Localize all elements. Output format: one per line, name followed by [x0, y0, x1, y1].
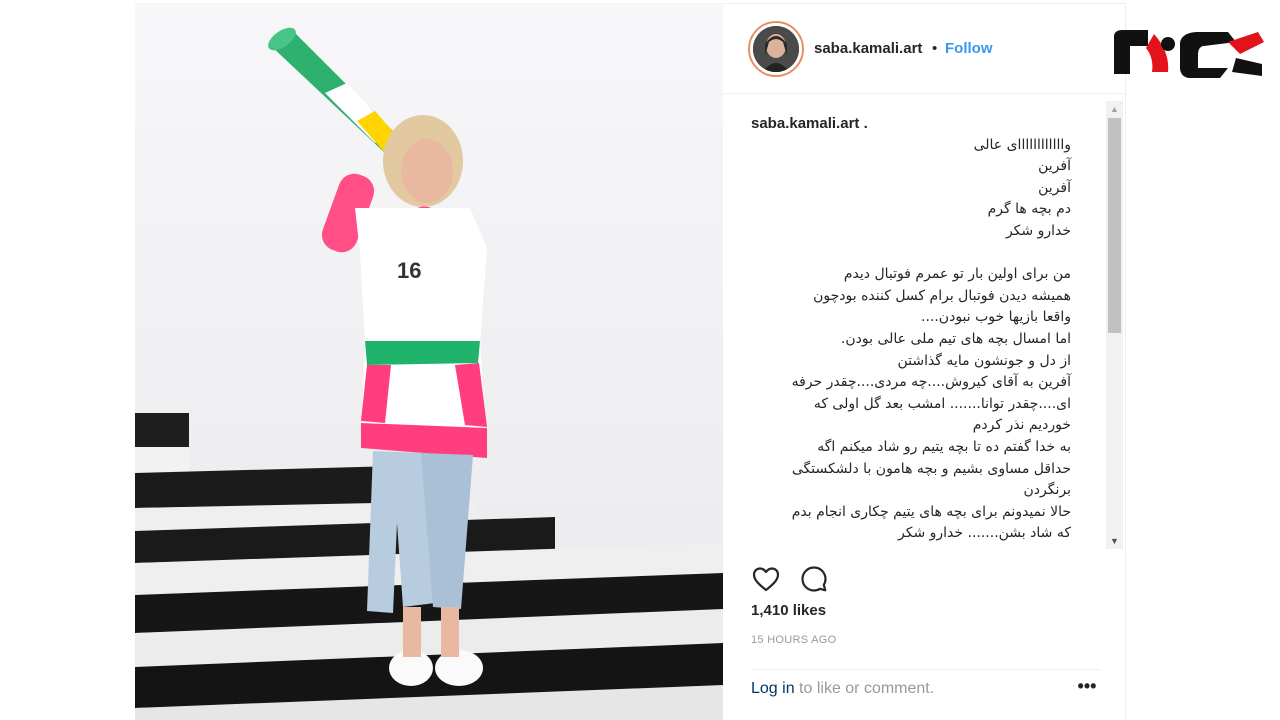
post-username[interactable]: saba.kamali.art: [814, 40, 922, 57]
photo-illustration: 16: [135, 3, 723, 720]
caption-line: آفرین به آقای کیروش....چه مردی....چقدر ح…: [791, 374, 1071, 391]
login-link[interactable]: Log in: [751, 680, 795, 697]
likes-count[interactable]: 1,410 likes: [751, 602, 826, 619]
caption-line: همیشه دیدن فوتبال برام کسل کننده بودچون: [813, 287, 1071, 304]
caption-scroll-area[interactable]: saba.kamali.art . واااااااااااای عالی آف…: [723, 101, 1126, 549]
caption-line: برنگردن: [1023, 482, 1072, 499]
more-options-icon[interactable]: •••: [1075, 676, 1099, 700]
avatar[interactable]: [748, 21, 804, 77]
avatar-image: [753, 26, 799, 72]
caption-line: حالا نمیدونم برای بچه های یتیم چکاری انج…: [791, 503, 1071, 520]
caption-line: که شاد بشن....... خدارو شکر: [898, 525, 1071, 542]
scrollbar-thumb[interactable]: [1108, 118, 1121, 333]
instagram-embed: 16 saba.kamali.art • Follow saba.kamali.…: [0, 0, 1280, 720]
post-timestamp[interactable]: 15 HOURS AGO: [751, 634, 837, 646]
login-prompt-text: to like or comment.: [794, 680, 935, 697]
login-prompt: Log in to like or comment.: [751, 680, 934, 698]
caption-line: ای....چقدر توانا....... امشب بعد گل اولی…: [813, 395, 1071, 412]
post-header: saba.kamali.art • Follow: [723, 4, 1126, 94]
caption-line: اما امسال بچه های تیم ملی عالی بودن.: [840, 330, 1071, 347]
site-logo: [1108, 24, 1268, 86]
caption-line: خدارو شکر: [1005, 222, 1071, 239]
footer-divider: [751, 669, 1101, 670]
separator-dot: •: [932, 40, 938, 57]
post-actions: [751, 564, 1101, 594]
caption-line: از دل و جونشون مایه گذاشتن: [897, 352, 1071, 369]
logo-graphic: [1114, 30, 1264, 78]
svg-text:16: 16: [397, 258, 421, 283]
heart-icon[interactable]: [751, 564, 781, 594]
comment-icon[interactable]: [799, 564, 829, 594]
caption-line: حداقل مساوی بشیم و بچه هامون با دلشکستگی: [791, 460, 1071, 477]
caption-username[interactable]: saba.kamali.art .: [751, 113, 1071, 135]
caption-line: آفرین: [1038, 179, 1071, 196]
caption-line: واقعا بازیها خوب نبودن....: [921, 309, 1071, 326]
post-panel: saba.kamali.art • Follow saba.kamali.art…: [723, 3, 1126, 720]
caption-line: واااااااااااای عالی: [973, 136, 1071, 153]
avatar-illustration: [753, 26, 799, 72]
scroll-up-arrow-icon[interactable]: ▲: [1106, 101, 1123, 117]
caption: saba.kamali.art . واااااااااااای عالی آف…: [751, 113, 1071, 545]
post-photo: 16: [135, 3, 723, 720]
caption-line: خوردیم نذر کردم: [972, 417, 1071, 434]
caption-line: دم بچه ها گرم: [987, 201, 1071, 218]
caption-line: به خدا گفتم ده تا بچه یتیم رو شاد میکنم …: [817, 438, 1071, 455]
caption-scrollbar[interactable]: ▲ ▼: [1106, 101, 1123, 549]
follow-button[interactable]: Follow: [945, 40, 993, 57]
caption-line: من برای اولین بار تو عمرم فوتبال دیدم: [843, 266, 1071, 283]
caption-line: آفرین: [1038, 158, 1071, 175]
scroll-down-arrow-icon[interactable]: ▼: [1106, 533, 1123, 549]
